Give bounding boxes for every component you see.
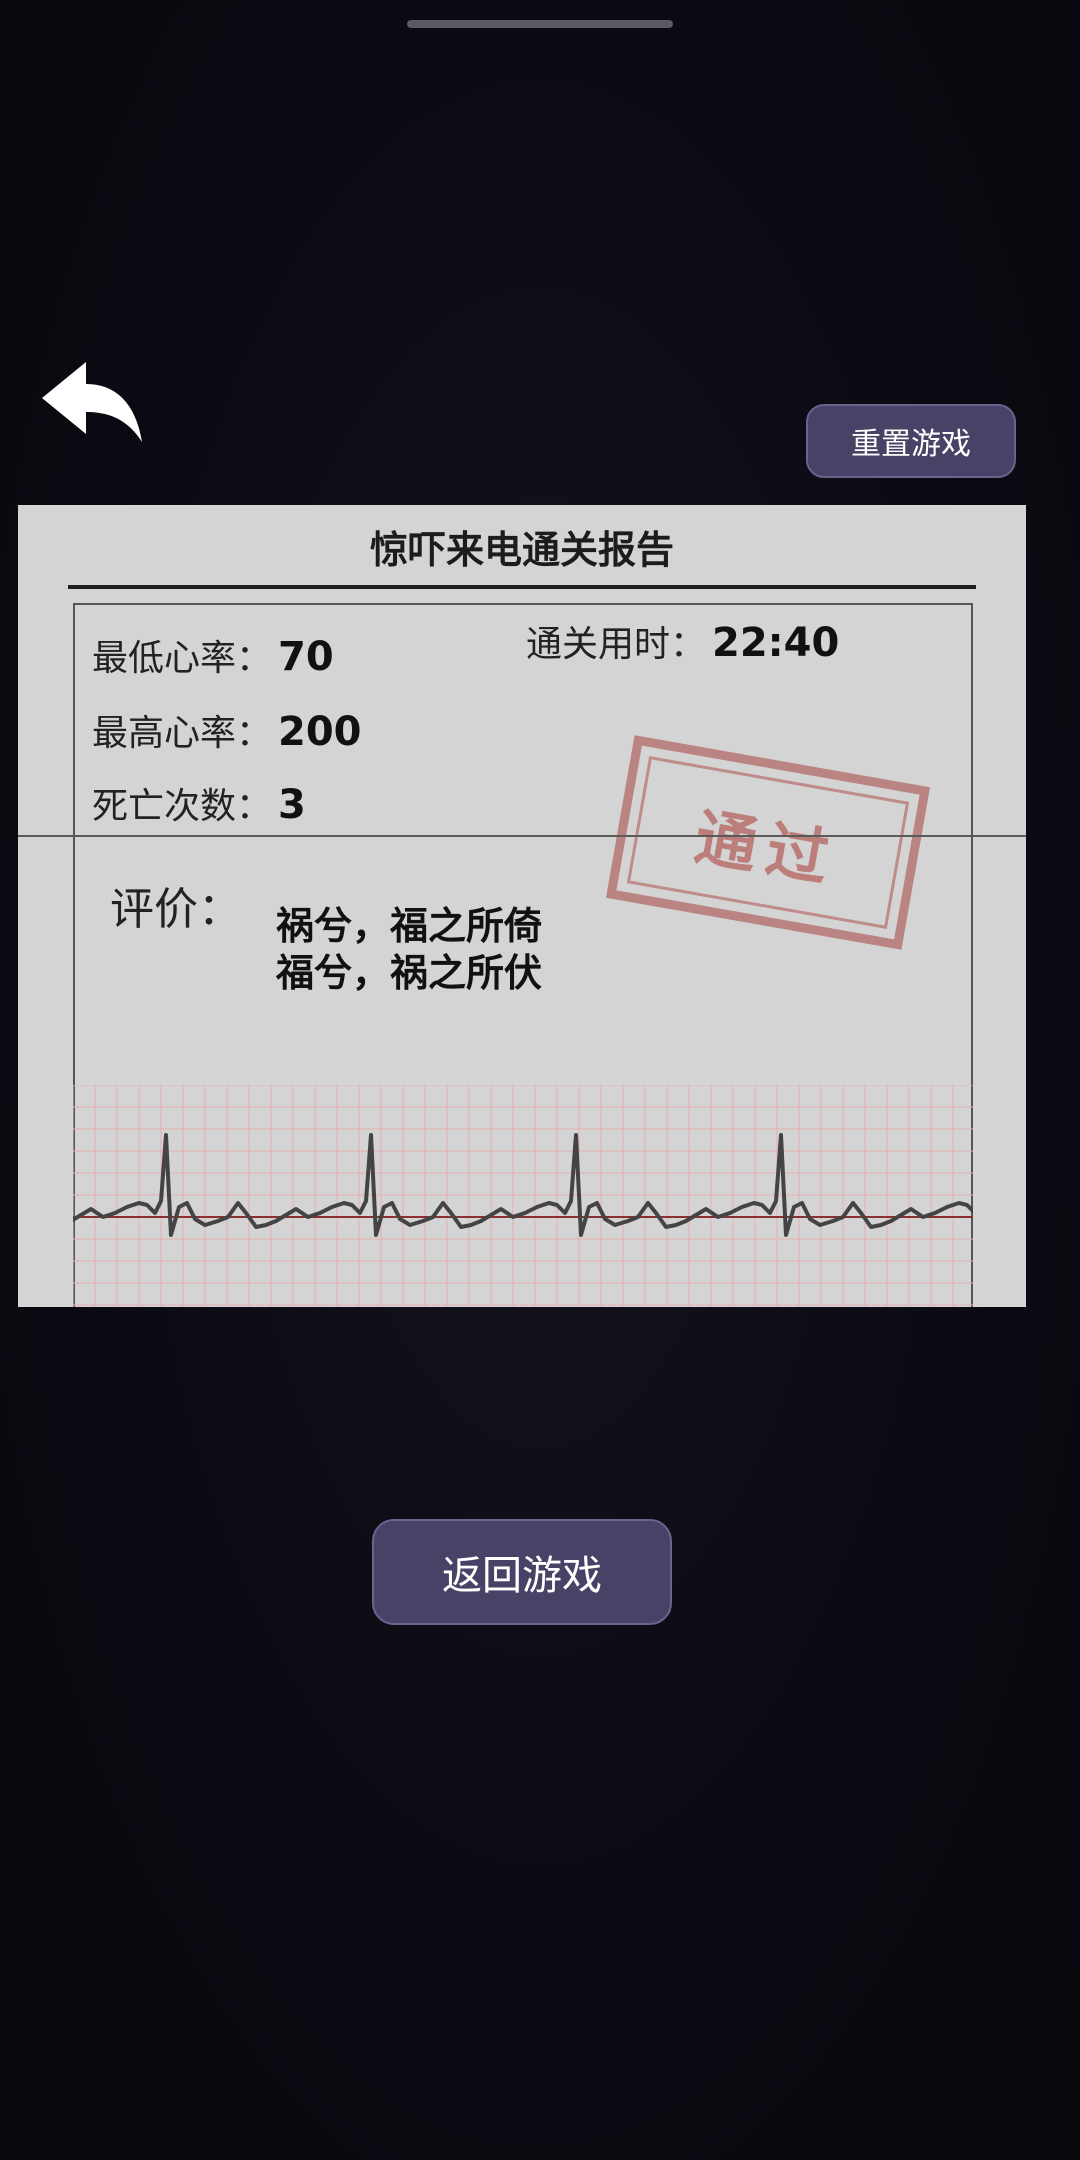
stat-label: 最高心率： [92, 713, 273, 754]
stat-value: 22:40 [712, 620, 840, 666]
stat-deaths: 死亡次数： 3 [92, 777, 306, 829]
stat-min-heart-rate: 最低心率： 70 [92, 629, 334, 681]
stat-label: 通关用时： [526, 624, 707, 665]
evaluation-label: 评价： [110, 884, 242, 935]
title-divider [68, 585, 976, 589]
section-divider [18, 835, 1026, 837]
ecg-trace [73, 1085, 973, 1307]
stat-value: 70 [278, 634, 334, 680]
clear-report-card: 惊吓来电通关报告 最低心率： 70 最高心率： 200 死亡次数： 3 通关用时… [18, 505, 1026, 1307]
stat-clear-time: 通关用时： 22:40 [526, 615, 839, 667]
reset-game-button[interactable]: 重置游戏 [806, 404, 1016, 478]
stat-value: 3 [278, 782, 306, 828]
stat-label: 死亡次数： [92, 786, 273, 827]
back-button[interactable] [36, 360, 146, 450]
report-title: 惊吓来电通关报告 [369, 528, 674, 572]
home-indicator[interactable] [407, 20, 673, 28]
stat-value: 200 [278, 709, 362, 755]
evaluation-line-2: 福兮，祸之所伏 [276, 951, 543, 995]
stat-max-heart-rate: 最高心率： 200 [92, 704, 362, 756]
stat-label: 最低心率： [92, 638, 273, 679]
back-arrow-icon [42, 362, 142, 442]
return-to-game-button[interactable]: 返回游戏 [372, 1519, 672, 1625]
